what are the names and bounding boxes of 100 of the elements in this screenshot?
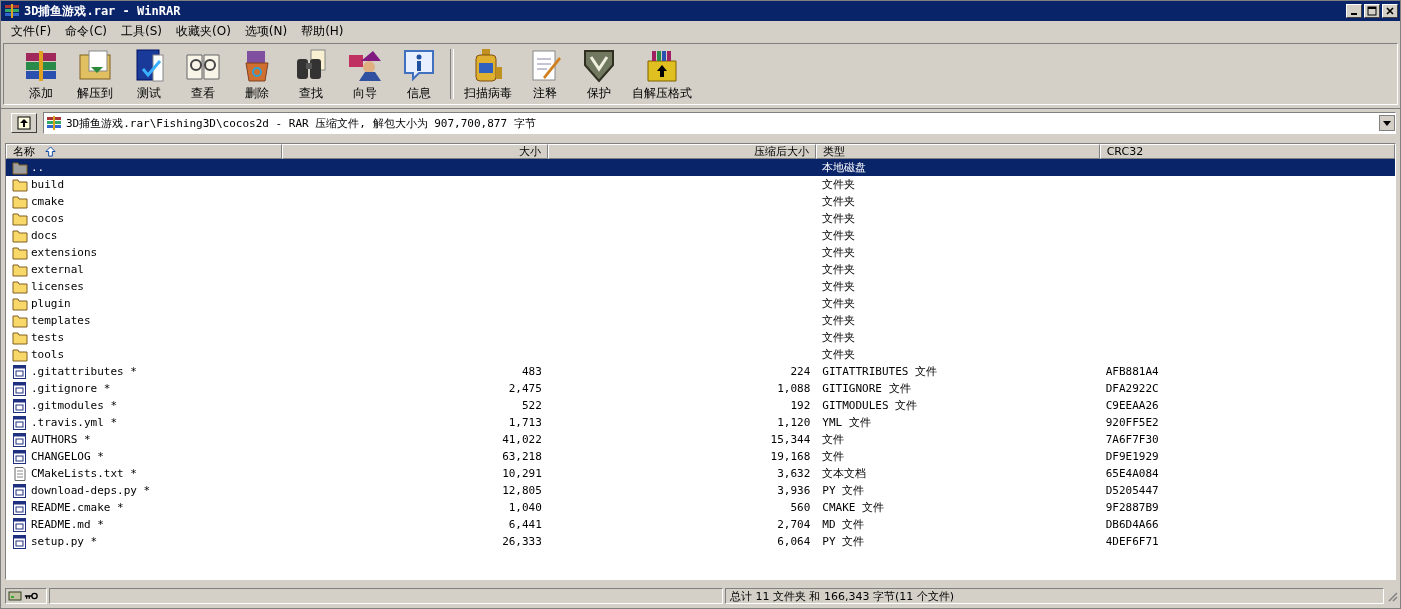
file-row[interactable]: extensions 文件夹 — [6, 244, 1395, 261]
file-name: .gitmodules * — [31, 399, 118, 412]
packed-size-cell: 3,632 — [777, 467, 811, 480]
resize-grip-icon[interactable] — [1386, 590, 1398, 602]
type-cell: 文件 — [822, 432, 845, 447]
column-header[interactable]: CRC32 — [1099, 144, 1395, 159]
packed-size-cell: 192 — [790, 399, 811, 412]
file-row[interactable]: docs 文件夹 — [6, 227, 1395, 244]
type-cell: 文件夹 — [822, 262, 856, 277]
file-row[interactable]: build 文件夹 — [6, 176, 1395, 193]
file-name: .gitignore * — [31, 382, 111, 395]
toolbar-button[interactable]: 查找 — [284, 44, 338, 104]
toolbar-button[interactable]: 扫描病毒 — [458, 44, 518, 104]
file-icon — [12, 449, 28, 464]
books-icon — [4, 3, 20, 19]
maximize-button[interactable] — [1364, 4, 1380, 18]
crc-cell: DFA2922C — [1105, 382, 1159, 395]
file-row[interactable]: cmake 文件夹 — [6, 193, 1395, 210]
size-cell: 1,713 — [508, 416, 542, 429]
file-row[interactable]: cocos 文件夹 — [6, 210, 1395, 227]
type-cell: 文件夹 — [822, 296, 856, 311]
file-row[interactable]: external 文件夹 — [6, 261, 1395, 278]
toolbar-button[interactable]: 删除 — [230, 44, 284, 104]
file-icon — [12, 517, 28, 532]
menu-item[interactable]: 收藏夹(O) — [170, 22, 237, 40]
type-cell: YML 文件 — [822, 415, 871, 430]
type-cell: 文件夹 — [822, 211, 856, 226]
file-row[interactable]: AUTHORS * 41,022 15,344 文件 7A6F7F30 — [6, 431, 1395, 448]
menu-item[interactable]: 工具(S) — [115, 22, 168, 40]
file-name: plugin — [31, 297, 71, 310]
file-name: CHANGELOG * — [31, 450, 104, 463]
file-row[interactable]: CHANGELOG * 63,218 19,168 文件 DF9E1929 — [6, 448, 1395, 465]
file-row[interactable]: tests 文件夹 — [6, 329, 1395, 346]
crc-cell: DB6D4A66 — [1105, 518, 1159, 531]
type-cell: 文本文档 — [822, 466, 867, 481]
crc-cell: D5205447 — [1105, 484, 1159, 497]
toolbar-button[interactable]: 自解压格式 — [626, 44, 698, 104]
file-row[interactable]: setup.py * 26,333 6,064 PY 文件 4DEF6F71 — [6, 533, 1395, 550]
file-name: tools — [31, 348, 65, 361]
file-name: templates — [31, 314, 91, 327]
maximize-icon — [1367, 6, 1377, 16]
close-button[interactable] — [1382, 4, 1398, 18]
file-row[interactable]: .gitattributes * 483 224 GITATTRIBUTES 文件 AFB881A4 — [6, 363, 1395, 380]
type-cell: PY 文件 — [822, 483, 865, 498]
books-icon — [46, 115, 62, 131]
column-header[interactable]: 名称 — [6, 144, 283, 159]
folder-icon — [12, 279, 28, 294]
folder-icon — [12, 313, 28, 328]
type-cell: GITIGNORE 文件 — [822, 381, 911, 396]
crc-cell: 920FF5E2 — [1105, 416, 1159, 429]
file-name: README.md * — [31, 518, 104, 531]
folder-icon — [12, 330, 28, 345]
crc-cell: C9EEAA26 — [1105, 399, 1159, 412]
column-header[interactable]: 压缩后大小 — [547, 144, 817, 159]
crc-cell: 9F2887B9 — [1105, 501, 1159, 514]
file-row[interactable]: templates 文件夹 — [6, 312, 1395, 329]
up-folder-button[interactable] — [11, 113, 37, 133]
toolbar-button[interactable]: 解压到 — [68, 44, 122, 104]
file-name: external — [31, 263, 84, 276]
menu-item[interactable]: 帮助(H) — [295, 22, 350, 40]
file-row[interactable]: .. 本地磁盘 — [6, 159, 1395, 176]
file-row[interactable]: download-deps.py * 12,805 3,936 PY 文件 D5205447 — [6, 482, 1395, 499]
menu-item[interactable]: 文件(F) — [5, 22, 58, 40]
file-row[interactable]: CMakeLists.txt * 10,291 3,632 文本文档 65E4A084 — [6, 465, 1395, 482]
minimize-button[interactable] — [1346, 4, 1362, 18]
file-name: AUTHORS * — [31, 433, 91, 446]
menu-item[interactable]: 命令(C) — [59, 22, 113, 40]
file-name: .. — [31, 161, 45, 174]
folder-icon — [12, 262, 28, 277]
file-row[interactable]: .travis.yml * 1,713 1,120 YML 文件 920FF5E2 — [6, 414, 1395, 431]
toolbar-button[interactable]: 注释 — [518, 44, 572, 104]
folder-icon — [12, 347, 28, 362]
crc-cell: 4DEF6F71 — [1105, 535, 1159, 548]
toolbar-button[interactable]: 测试 — [122, 44, 176, 104]
toolbar-button[interactable]: 信息 — [392, 44, 446, 104]
column-header[interactable]: 类型 — [816, 144, 1100, 159]
packed-size-cell: 1,088 — [777, 382, 811, 395]
size-cell: 26,333 — [502, 535, 542, 548]
file-row[interactable]: licenses 文件夹 — [6, 278, 1395, 295]
type-cell: PY 文件 — [822, 534, 865, 549]
file-name: docs — [31, 229, 58, 242]
toolbar-button[interactable]: 保护 — [572, 44, 626, 104]
column-header[interactable]: 大小 — [282, 144, 548, 159]
toolbar-button[interactable]: 添加 — [14, 44, 68, 104]
toolbar-button[interactable]: 向导 — [338, 44, 392, 104]
file-icon — [12, 483, 28, 498]
menu-item[interactable]: 选项(N) — [238, 22, 294, 40]
type-cell: 文件夹 — [822, 194, 856, 209]
file-icon — [12, 381, 28, 396]
packed-size-cell: 224 — [790, 365, 811, 378]
toolbar-button[interactable]: 查看 — [176, 44, 230, 104]
file-row[interactable]: README.cmake * 1,040 560 CMAKE 文件 9F2887B9 — [6, 499, 1395, 516]
file-row[interactable]: README.md * 6,441 2,704 MD 文件 DB6D4A66 — [6, 516, 1395, 533]
address-field[interactable]: 3D捕鱼游戏.rar\Fishing3D\cocos2d - RAR 压缩文件, 解包大小为 907,700,877 字节 — [43, 112, 1396, 134]
packed-size-cell: 6,064 — [777, 535, 811, 548]
file-row[interactable]: tools 文件夹 — [6, 346, 1395, 363]
file-row[interactable]: .gitmodules * 522 192 GITMODULES 文件 C9EEAA26 — [6, 397, 1395, 414]
file-row[interactable]: .gitignore * 2,475 1,088 GITIGNORE 文件 DFA2922C — [6, 380, 1395, 397]
file-row[interactable]: plugin 文件夹 — [6, 295, 1395, 312]
file-name: licenses — [31, 280, 84, 293]
